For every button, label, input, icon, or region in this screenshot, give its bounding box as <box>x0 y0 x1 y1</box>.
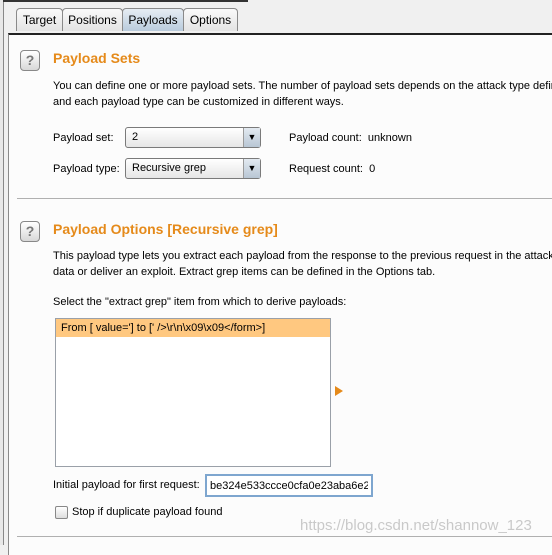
payload-count-value: unknown <box>367 132 412 144</box>
extract-grep-label: Select the "extract grep" item from whic… <box>53 296 347 308</box>
initial-payload-label: Initial payload for first request: <box>53 479 200 491</box>
stop-duplicate-label: Stop if duplicate payload found <box>72 506 223 518</box>
payload-sets-title: Payload Sets <box>53 50 141 66</box>
payload-sets-desc: You can define one or more payload sets.… <box>53 80 552 92</box>
payload-type-label: Payload type: <box>53 163 120 175</box>
payload-type-value: Recursive grep <box>132 162 206 174</box>
payload-options-title: Payload Options [Recursive grep] <box>53 221 278 237</box>
payload-set-label: Payload set: <box>53 132 114 144</box>
payload-set-dropdown[interactable]: 2 ▼ <box>125 127 261 148</box>
left-border <box>0 0 4 545</box>
tab-positions[interactable]: Positions <box>62 8 123 31</box>
expand-arrow-icon[interactable] <box>335 386 343 396</box>
payload-set-value: 2 <box>132 131 139 143</box>
divider <box>17 198 552 199</box>
tab-options[interactable]: Options <box>183 8 238 31</box>
payload-sets-desc-2: and each payload type can be customized … <box>53 96 344 108</box>
tab-target[interactable]: Target <box>16 8 63 31</box>
watermark: https://blog.csdn.net/shannow_123 <box>300 517 532 534</box>
initial-payload-input[interactable] <box>205 474 373 497</box>
request-count-label: Request count: 0 <box>289 163 376 175</box>
request-count-value: 0 <box>369 163 376 175</box>
chevron-down-icon: ▼ <box>243 128 260 147</box>
list-item[interactable]: From [ value='] to [' />\r\n\x09\x09</fo… <box>56 319 330 337</box>
top-border <box>3 0 248 2</box>
extract-grep-list[interactable]: From [ value='] to [' />\r\n\x09\x09</fo… <box>55 318 331 467</box>
stop-duplicate-checkbox[interactable] <box>55 506 68 519</box>
chevron-down-icon: ▼ <box>243 159 260 178</box>
divider <box>17 536 552 537</box>
payload-options-desc: This payload type lets you extract each … <box>53 250 552 262</box>
help-icon[interactable]: ? <box>20 221 40 242</box>
payload-count-label: Payload count: unknown <box>289 132 412 144</box>
payload-type-dropdown[interactable]: Recursive grep ▼ <box>125 158 261 179</box>
tab-payloads[interactable]: Payloads <box>122 8 184 31</box>
help-icon[interactable]: ? <box>20 50 40 71</box>
payload-options-desc-2: data or deliver an exploit. Extract grep… <box>53 266 436 278</box>
